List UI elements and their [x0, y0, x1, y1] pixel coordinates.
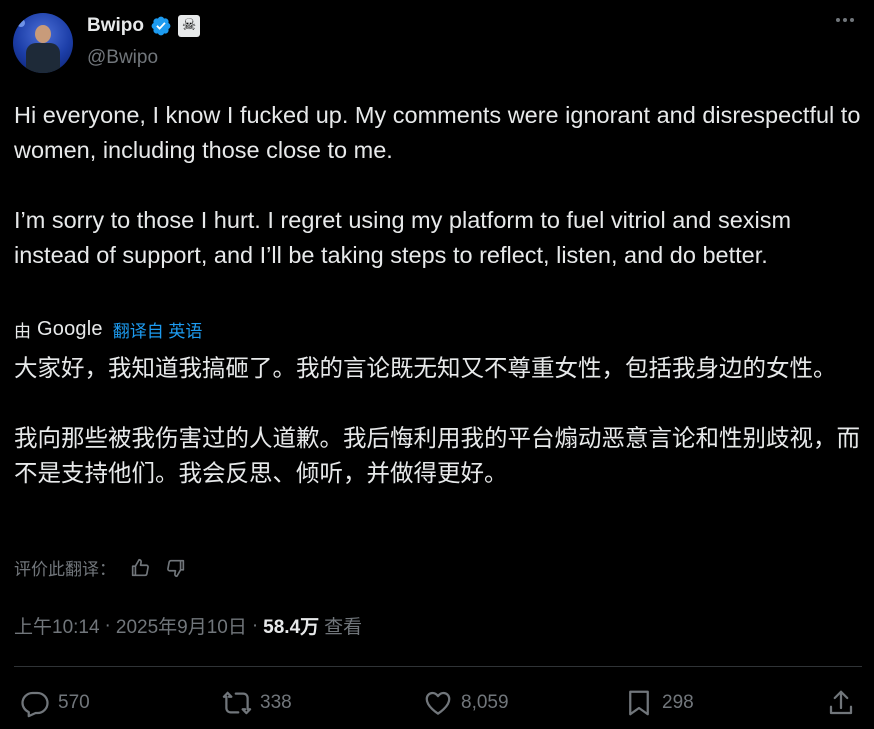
- translated-text: 大家好，我知道我搞砸了。我的言论既无知又不尊重女性，包括我身边的女性。 我向那些…: [14, 351, 864, 491]
- skull-crossbones-icon: ☠: [178, 15, 200, 37]
- tweet-time[interactable]: 上午10:14: [14, 612, 100, 639]
- retweet-icon: [222, 691, 252, 715]
- translated-by-label: 由: [14, 322, 31, 341]
- thumbs-down-icon[interactable]: [164, 556, 188, 580]
- heart-icon: [425, 691, 451, 715]
- reply-count: 570: [58, 692, 90, 713]
- verified-badge-icon[interactable]: [150, 15, 172, 37]
- tweet-date[interactable]: 2025年9月10日: [116, 612, 247, 639]
- rate-translation: 评价此翻译：: [14, 555, 188, 580]
- bookmark-count: 298: [662, 692, 694, 713]
- author-name[interactable]: Bwipo: [87, 15, 144, 37]
- thumbs-up-icon[interactable]: [128, 556, 152, 580]
- author-name-row: Bwipo ☠: [87, 15, 200, 37]
- divider: [14, 666, 862, 667]
- more-dot: [836, 18, 840, 22]
- avatar-head: [35, 25, 51, 43]
- translated-from-link[interactable]: 翻译自 英语: [113, 317, 203, 342]
- views-count: 58.4万: [263, 617, 320, 638]
- translated-paragraph-2: 我向那些被我伤害过的人道歉。我后悔利用我的平台煽动恶意言论和性别歧视，而不是支持…: [14, 425, 860, 486]
- meta-separator: ·: [251, 614, 259, 636]
- views-label: 查看: [324, 617, 363, 638]
- retweet-count: 338: [260, 692, 292, 713]
- meta-separator: ·: [104, 614, 111, 636]
- action-bar: 570 338 8,059 298: [0, 685, 874, 721]
- tweet-text: Hi everyone, I know I fucked up. My comm…: [14, 98, 864, 273]
- google-logo: Google: [37, 318, 103, 340]
- tweet-meta: 上午10:14 · 2025年9月10日 · 58.4万 查看: [14, 612, 362, 639]
- tweet-paragraph-2: I’m sorry to those I hurt. I regret usin…: [14, 207, 792, 268]
- share-icon: [829, 690, 853, 715]
- bookmark-icon: [629, 690, 649, 716]
- more-dot: [843, 18, 847, 22]
- reply-button[interactable]: 570: [20, 685, 90, 721]
- like-count: 8,059: [461, 692, 509, 713]
- bookmark-button[interactable]: 298: [624, 685, 694, 721]
- avatar-stage-light: [17, 19, 25, 27]
- translation-attribution: 由 Google 翻译自 英语: [14, 317, 202, 342]
- translated-paragraph-1: 大家好，我知道我搞砸了。我的言论既无知又不尊重女性，包括我身边的女性。: [14, 355, 837, 381]
- tweet-paragraph-1: Hi everyone, I know I fucked up. My comm…: [14, 102, 861, 163]
- avatar-body: [26, 43, 60, 73]
- avatar[interactable]: [13, 13, 73, 73]
- like-button[interactable]: 8,059: [423, 685, 509, 721]
- rate-translation-label: 评价此翻译：: [14, 560, 116, 579]
- share-button[interactable]: [826, 685, 856, 721]
- author-handle[interactable]: @Bwipo: [87, 47, 158, 69]
- more-dot: [850, 18, 854, 22]
- reply-icon: [21, 691, 49, 718]
- retweet-button[interactable]: 338: [222, 685, 292, 721]
- more-options-icon[interactable]: [836, 18, 854, 22]
